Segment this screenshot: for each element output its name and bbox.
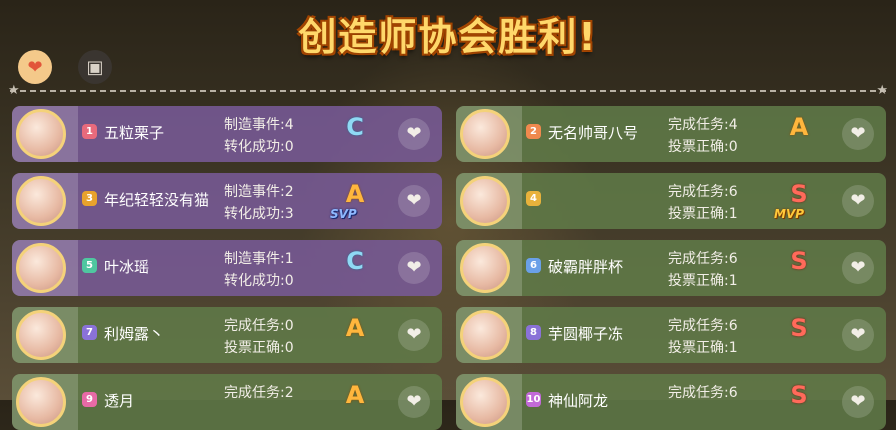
player-row[interactable]: 2 无名帅哥八号 完成任务:4 投票正确:0 A ❤ [456,106,886,162]
stat-primary: 完成任务:0 [224,318,294,334]
like-player-button[interactable]: ❤ [398,386,430,418]
like-player-button[interactable]: ❤ [842,386,874,418]
mvp-badge: MVP [774,207,805,221]
stat-secondary: 转化成功:0 [224,139,294,155]
heart-plus-icon: ❤ [850,190,866,211]
stat-secondary: 转化成功:3 [224,206,294,222]
rank-badge: 1 [82,124,97,139]
stat-primary: 制造事件:4 [224,117,294,133]
player-name: 神仙阿龙 [548,392,609,410]
player-row[interactable]: 5 叶冰瑶 制造事件:1 转化成功:0 C ❤ [12,240,442,296]
player-name: 利姆露丶 [104,325,165,343]
grade-label: S [790,180,808,208]
star-icon: ★ [876,83,888,98]
like-player-button[interactable]: ❤ [842,185,874,217]
grade-label: A [345,314,365,342]
stat-primary: 完成任务:2 [224,385,294,401]
player-row[interactable]: 3 年纪轻轻没有猫 制造事件:2 转化成功:3 A SVP ❤ [12,173,442,229]
stat-secondary: 投票正确:1 [668,273,738,289]
victory-title: 创造师协会胜利! [298,15,598,59]
svp-badge: SVP [330,207,357,221]
player-name: 五粒栗子 [104,124,165,142]
heart-plus-icon: ❤ [406,123,422,144]
card-add-icon: ▣ [86,56,104,78]
stat-secondary: 投票正确:0 [224,340,294,356]
like-player-button[interactable]: ❤ [398,185,430,217]
grade-label: S [790,247,808,275]
player-row[interactable]: 8 芋圆椰子冻 完成任务:6 投票正确:1 S ❤ [456,307,886,363]
player-avatar[interactable] [16,176,66,226]
player-name: 无名帅哥八号 [548,124,639,142]
stat-primary: 制造事件:1 [224,251,294,267]
player-row[interactable]: 9 透月 完成任务:2 A ❤ [12,374,442,430]
player-avatar[interactable] [16,310,66,360]
rank-badge: 4 [526,191,541,206]
player-row[interactable]: 7 利姆露丶 完成任务:0 投票正确:0 A ❤ [12,307,442,363]
grade-label: A [789,113,809,141]
like-player-button[interactable]: ❤ [842,319,874,351]
player-avatar[interactable] [460,377,510,427]
player-avatar[interactable] [460,310,510,360]
stat-secondary: 投票正确:1 [668,206,738,222]
stat-secondary: 投票正确:1 [668,340,738,356]
rank-badge: 2 [526,124,541,139]
stat-primary: 完成任务:6 [668,251,738,267]
heart-plus-icon: ❤ [850,324,866,345]
stat-primary: 完成任务:6 [668,184,738,200]
heart-plus-icon: ❤ [406,257,422,278]
player-name: 破霸胖胖杯 [548,258,624,276]
heart-plus-icon: ❤ [27,56,43,78]
grade-label: S [790,381,808,409]
player-name: 透月 [104,392,135,410]
player-avatar[interactable] [460,109,510,159]
heart-plus-icon: ❤ [850,257,866,278]
player-row[interactable]: 1 五粒栗子 制造事件:4 转化成功:0 C ❤ [12,106,442,162]
player-avatar[interactable] [16,109,66,159]
like-player-button[interactable]: ❤ [398,319,430,351]
rank-badge: 3 [82,191,97,206]
stat-primary: 制造事件:2 [224,184,294,200]
heart-plus-icon: ❤ [850,391,866,412]
player-avatar[interactable] [460,176,510,226]
grade-label: C [346,247,364,275]
rank-badge: 6 [526,258,541,273]
section-divider [10,90,886,92]
heart-plus-icon: ❤ [850,123,866,144]
heart-plus-icon: ❤ [406,391,422,412]
player-row[interactable]: 10 神仙阿龙 完成任务:6 S ❤ [456,374,886,430]
like-player-button[interactable]: ❤ [398,252,430,284]
stat-secondary: 投票正确:0 [668,139,738,155]
grade-label: C [346,113,364,141]
heart-plus-icon: ❤ [406,190,422,211]
player-name: 叶冰瑶 [104,258,150,276]
player-row[interactable]: 4 完成任务:6 投票正确:1 S MVP ❤ [456,173,886,229]
rank-badge: 5 [82,258,97,273]
star-icon: ★ [8,83,20,98]
heart-plus-icon: ❤ [406,324,422,345]
add-card-button[interactable]: ▣ [78,50,112,84]
player-name: 年纪轻轻没有猫 [104,191,210,209]
like-player-button[interactable]: ❤ [842,118,874,150]
like-all-button[interactable]: ❤ [18,50,52,84]
grade-label: A [345,381,365,409]
rank-badge: 7 [82,325,97,340]
player-name: 芋圆椰子冻 [548,325,624,343]
stat-secondary: 转化成功:0 [224,273,294,289]
like-player-button[interactable]: ❤ [842,252,874,284]
grade-label: A [345,180,365,208]
like-player-button[interactable]: ❤ [398,118,430,150]
player-avatar[interactable] [16,243,66,293]
player-row[interactable]: 6 破霸胖胖杯 完成任务:6 投票正确:1 S ❤ [456,240,886,296]
stat-primary: 完成任务:4 [668,117,738,133]
player-avatar[interactable] [460,243,510,293]
grade-label: S [790,314,808,342]
rank-badge: 8 [526,325,541,340]
player-avatar[interactable] [16,377,66,427]
stat-primary: 完成任务:6 [668,318,738,334]
stat-primary: 完成任务:6 [668,385,738,401]
